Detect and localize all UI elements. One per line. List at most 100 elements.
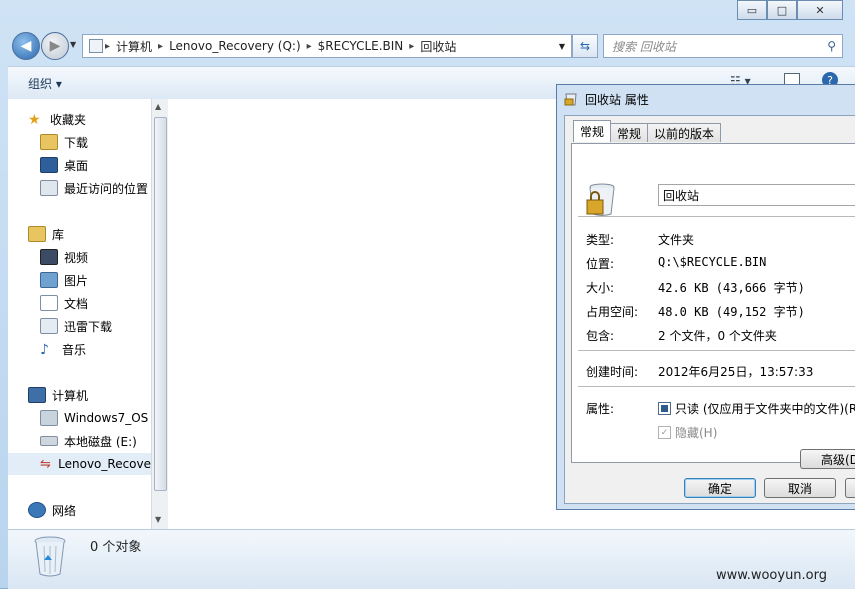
nav-label: 网络: [52, 503, 77, 518]
ok-button[interactable]: 确定: [684, 478, 756, 498]
nav-libraries[interactable]: 库: [28, 223, 64, 245]
refresh-button[interactable]: ⇆: [572, 34, 598, 58]
recycle-bin-icon: [564, 93, 577, 106]
navigation-pane: ★ 收藏夹 下载 桌面 最近访问的位置 库 视频 图片 文档 迅雷下载 ♪ 音乐…: [8, 99, 151, 529]
tab-general[interactable]: 常规: [573, 120, 612, 142]
nav-drive-c[interactable]: Windows7_OS (: [40, 407, 151, 429]
network-icon: [28, 502, 46, 518]
nav-desktop[interactable]: 桌面: [40, 154, 88, 176]
readonly-checkbox[interactable]: 只读 (仅应用于文件夹中的文件)(R: [658, 400, 855, 417]
search-icon[interactable]: ⚲: [827, 39, 836, 53]
name-field[interactable]: 回收站: [658, 184, 855, 206]
divider: [578, 350, 855, 351]
hard-drive-icon: [40, 436, 58, 446]
organize-menu[interactable]: 组织 ▾: [28, 75, 62, 92]
nav-label: 音乐: [62, 342, 87, 357]
breadcrumb-recycle-bin-folder[interactable]: $RECYCLE.BIN: [318, 39, 404, 53]
folder-icon: [89, 39, 103, 53]
history-dropdown-icon[interactable]: ▼: [70, 40, 76, 49]
chevron-right-icon[interactable]: ▸: [307, 41, 312, 52]
nav-label: 下载: [64, 135, 89, 150]
picture-icon: [40, 272, 58, 288]
contains-label: 包含:: [586, 329, 615, 343]
refresh-icon: ⇆: [579, 39, 591, 53]
close-button[interactable]: ✕: [797, 0, 843, 20]
nav-label: Windows7_OS (: [64, 411, 151, 425]
nav-label: 本地磁盘 (E:): [64, 434, 137, 449]
nav-recent[interactable]: 最近访问的位置: [40, 177, 148, 199]
apply-button[interactable]: [845, 478, 855, 498]
nav-drive-e[interactable]: 本地磁盘 (E:): [40, 430, 137, 452]
size-on-disk-value: 48.0 KB (49,152 字节): [658, 305, 805, 319]
advanced-button[interactable]: 高级(D: [800, 449, 855, 469]
nav-label: 桌面: [64, 158, 89, 173]
search-placeholder: 搜索 回收站: [612, 39, 676, 54]
arrow-left-icon: ◀: [20, 38, 32, 54]
nav-downloads[interactable]: 下载: [40, 131, 88, 153]
star-icon: ★: [28, 112, 41, 128]
nav-network[interactable]: 网络: [28, 499, 76, 521]
divider: [578, 216, 855, 217]
chevron-right-icon[interactable]: ▸: [409, 41, 414, 52]
downloads-folder-icon: [40, 134, 58, 150]
chevron-down-icon[interactable]: ▼: [559, 42, 565, 51]
breadcrumb-drive[interactable]: Lenovo_Recovery (Q:): [169, 39, 301, 53]
music-icon: ♪: [40, 342, 49, 358]
computer-icon: [28, 387, 46, 403]
chevron-right-icon[interactable]: ▸: [158, 41, 163, 52]
tab-general-2[interactable]: 常规: [610, 123, 649, 142]
nav-label: 图片: [64, 273, 89, 288]
breadcrumb-computer[interactable]: 计算机: [116, 38, 152, 55]
scroll-thumb[interactable]: [154, 117, 167, 491]
size-on-disk-label: 占用空间:: [586, 305, 639, 319]
tab-previous-versions[interactable]: 以前的版本: [647, 123, 722, 142]
contains-value: 2 个文件，0 个文件夹: [658, 329, 777, 343]
minimize-button[interactable]: ▭: [737, 0, 767, 20]
checkbox-indeterminate-icon: [658, 402, 671, 415]
dialog-tabs: 常规 常规 以前的版本: [573, 120, 722, 142]
location-value: Q:\$RECYCLE.BIN: [658, 255, 767, 269]
nav-documents[interactable]: 文档: [40, 292, 88, 314]
scroll-up-icon[interactable]: ▲: [155, 102, 161, 111]
recovery-drive-icon: ⇋: [40, 457, 51, 472]
forward-button[interactable]: ▶: [41, 32, 69, 60]
document-icon: [40, 295, 58, 311]
created-value: 2012年6月25日，13:57:33: [658, 365, 814, 379]
desktop-icon: [40, 157, 58, 173]
cancel-button[interactable]: 取消: [764, 478, 836, 498]
nav-drive-q[interactable]: ⇋ Lenovo_Recove: [8, 453, 151, 475]
nav-thunder-downloads[interactable]: 迅雷下载: [40, 315, 112, 337]
nav-label: 文档: [64, 296, 89, 311]
hidden-checkbox[interactable]: ✓ 隐藏(H): [658, 424, 717, 441]
nav-scrollbar[interactable]: ▲ ▼: [151, 99, 168, 529]
properties-dialog: 回收站 属性 常规 常规 以前的版本 回收站 类型: 文件夹 位置: Q:\$R…: [556, 84, 855, 510]
nav-music[interactable]: ♪ 音乐: [40, 338, 86, 360]
back-button[interactable]: ◀: [12, 32, 40, 60]
scroll-down-icon[interactable]: ▼: [155, 515, 161, 524]
dialog-body: 常规 常规 以前的版本 回收站 类型: 文件夹 位置: Q:\$RECYCLE.…: [564, 115, 855, 504]
dialog-titlebar[interactable]: 回收站 属性: [557, 85, 855, 113]
nav-pictures[interactable]: 图片: [40, 269, 88, 291]
nav-label: 最近访问的位置: [64, 181, 149, 196]
search-input[interactable]: 搜索 回收站 ⚲: [603, 34, 843, 58]
size-label: 大小:: [586, 281, 615, 295]
nav-favorites[interactable]: ★ 收藏夹: [28, 108, 86, 130]
general-panel: 回收站 类型: 文件夹 位置: Q:\$RECYCLE.BIN 大小: 42.6…: [571, 143, 855, 469]
nav-label: 迅雷下载: [64, 319, 113, 334]
recent-places-icon: [40, 180, 58, 196]
created-label: 创建时间:: [586, 365, 639, 379]
breadcrumb-recycle-bin[interactable]: 回收站: [420, 38, 456, 55]
readonly-label: 只读 (仅应用于文件夹中的文件)(R: [675, 402, 855, 416]
arrow-right-icon: ▶: [49, 38, 61, 54]
video-icon: [40, 249, 58, 265]
nav-label: Lenovo_Recove: [58, 457, 151, 471]
watermark: www.wooyun.org: [716, 568, 828, 583]
maximize-button[interactable]: □: [767, 0, 797, 20]
nav-computer[interactable]: 计算机: [28, 384, 88, 406]
dialog-title: 回收站 属性: [585, 92, 649, 107]
nav-videos[interactable]: 视频: [40, 246, 88, 268]
address-bar[interactable]: ▸ 计算机 ▸ Lenovo_Recovery (Q:) ▸ $RECYCLE.…: [82, 34, 572, 58]
navigation-bar: ◀ ▶ ▼ ▸ 计算机 ▸ Lenovo_Recovery (Q:) ▸ $RE…: [0, 26, 855, 64]
download-folder-icon: [40, 318, 58, 334]
chevron-right-icon[interactable]: ▸: [105, 41, 110, 52]
